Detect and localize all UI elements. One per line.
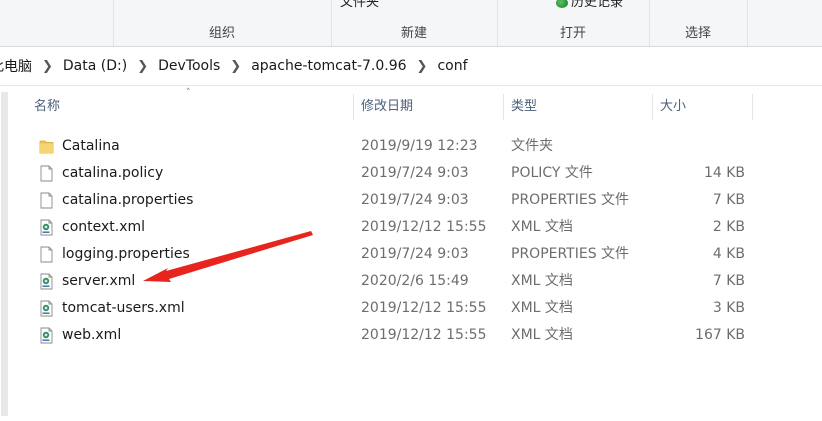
ribbon-group-select[interactable]: 选择 xyxy=(649,0,748,46)
xml-file-icon xyxy=(40,273,53,290)
column-header-size[interactable]: 大小 xyxy=(653,94,753,120)
file-name: context.xml xyxy=(62,219,146,235)
ribbon-group-new[interactable]: 文件夹 新建 xyxy=(331,0,498,46)
column-header-date[interactable]: 修改日期 xyxy=(354,94,504,120)
file-name: Catalina xyxy=(62,138,120,154)
file-icon xyxy=(40,192,53,209)
history-button[interactable]: 历史记录 xyxy=(556,0,623,10)
file-name: catalina.policy xyxy=(62,165,164,181)
file-date: 2020/2/6 15:49 xyxy=(361,273,469,289)
new-folder-button[interactable]: 文件夹 xyxy=(340,0,379,10)
file-icon xyxy=(40,246,53,263)
history-icon xyxy=(556,0,568,8)
column-header-name[interactable]: 名称 xyxy=(27,94,354,120)
file-row[interactable]: catalina.policy 2019/7/24 9:03 POLICY 文件… xyxy=(10,160,822,187)
file-name: logging.properties xyxy=(62,246,190,262)
folder-icon xyxy=(39,140,54,154)
file-name: web.xml xyxy=(62,327,122,343)
file-type: XML 文档 xyxy=(511,219,573,235)
column-header-type[interactable]: 类型 xyxy=(504,94,653,120)
file-icon xyxy=(40,165,53,182)
file-date: 2019/12/12 15:55 xyxy=(361,300,487,316)
navigation-scrollbar[interactable] xyxy=(1,92,8,416)
file-row[interactable]: web.xml 2019/12/12 15:55 XML 文档 167 KB xyxy=(10,322,822,349)
breadcrumb-item-conf[interactable]: conf xyxy=(433,58,471,74)
ribbon-group-label: 新建 xyxy=(400,26,427,41)
file-size: 167 KB xyxy=(695,327,745,343)
file-name: tomcat-users.xml xyxy=(62,300,185,316)
file-size: 4 KB xyxy=(712,246,745,262)
navigation-pane[interactable] xyxy=(0,86,9,421)
breadcrumb-item-data-drive[interactable]: Data (D:) xyxy=(59,58,131,74)
breadcrumb-item-tomcat[interactable]: apache-tomcat-7.0.96 xyxy=(247,58,410,74)
xml-file-icon xyxy=(40,327,53,344)
ribbon-group-label: 组织 xyxy=(208,26,235,41)
xml-file-icon xyxy=(40,219,53,236)
ribbon: 组织 文件夹 新建 历史记录 打开 选择 xyxy=(0,0,822,47)
file-list[interactable]: ˄ 名称 修改日期 类型 大小 Catalina 2019/9/19 12:23… xyxy=(10,86,822,421)
file-name: catalina.properties xyxy=(62,192,194,208)
address-bar[interactable]: 此电脑 ❯ Data (D:) ❯ DevTools ❯ apache-tomc… xyxy=(0,47,822,86)
xml-file-icon xyxy=(40,300,53,317)
file-explorer-window: 组织 文件夹 新建 历史记录 打开 选择 此电脑 ❯ Data (D:) ❯ D… xyxy=(0,0,822,421)
ribbon-group-label: 打开 xyxy=(559,26,586,41)
file-size: 3 KB xyxy=(712,300,745,316)
file-rows: Catalina 2019/9/19 12:23 文件夹 catalina.po… xyxy=(10,133,822,349)
file-row[interactable]: Catalina 2019/9/19 12:23 文件夹 xyxy=(10,133,822,160)
file-row[interactable]: catalina.properties 2019/7/24 9:03 PROPE… xyxy=(10,187,822,214)
file-date: 2019/7/24 9:03 xyxy=(361,165,469,181)
chevron-right-icon[interactable]: ❯ xyxy=(131,59,154,74)
file-type: 文件夹 xyxy=(511,138,553,154)
breadcrumb-item-devtools[interactable]: DevTools xyxy=(154,58,224,74)
file-type: PROPERTIES 文件 xyxy=(511,246,630,262)
ribbon-group-organize[interactable]: 组织 xyxy=(113,0,332,46)
file-size: 7 KB xyxy=(712,273,745,289)
file-date: 2019/7/24 9:03 xyxy=(361,192,469,208)
breadcrumb: 此电脑 ❯ Data (D:) ❯ DevTools ❯ apache-tomc… xyxy=(0,56,472,76)
file-type: POLICY 文件 xyxy=(511,165,593,181)
file-type: PROPERTIES 文件 xyxy=(511,192,630,208)
ribbon-group-label: 选择 xyxy=(684,26,711,41)
file-row[interactable]: server.xml 2020/2/6 15:49 XML 文档 7 KB xyxy=(10,268,822,295)
file-date: 2019/12/12 15:55 xyxy=(361,219,487,235)
file-date: 2019/7/24 9:03 xyxy=(361,246,469,262)
chevron-right-icon[interactable]: ❯ xyxy=(411,59,434,74)
file-row[interactable]: context.xml 2019/12/12 15:55 XML 文档 2 KB xyxy=(10,214,822,241)
ribbon-group-open[interactable]: 历史记录 打开 xyxy=(497,0,650,46)
file-size: 2 KB xyxy=(712,219,745,235)
file-type: XML 文档 xyxy=(511,300,573,316)
file-row[interactable]: tomcat-users.xml 2019/12/12 15:55 XML 文档… xyxy=(10,295,822,322)
file-name: server.xml xyxy=(62,273,136,289)
file-type: XML 文档 xyxy=(511,273,573,289)
file-size: 7 KB xyxy=(712,192,745,208)
file-type: XML 文档 xyxy=(511,327,573,343)
file-date: 2019/12/12 15:55 xyxy=(361,327,487,343)
file-row[interactable]: logging.properties 2019/7/24 9:03 PROPER… xyxy=(10,241,822,268)
file-size: 14 KB xyxy=(703,165,745,181)
column-headers: 名称 修改日期 类型 大小 xyxy=(10,94,822,120)
breadcrumb-item-this-pc[interactable]: 此电脑 xyxy=(0,56,36,76)
history-label: 历史记录 xyxy=(571,0,624,10)
file-date: 2019/9/19 12:23 xyxy=(361,138,478,154)
chevron-right-icon[interactable]: ❯ xyxy=(224,59,247,74)
chevron-right-icon[interactable]: ❯ xyxy=(36,59,59,74)
ribbon-group-left-edge xyxy=(0,0,114,46)
